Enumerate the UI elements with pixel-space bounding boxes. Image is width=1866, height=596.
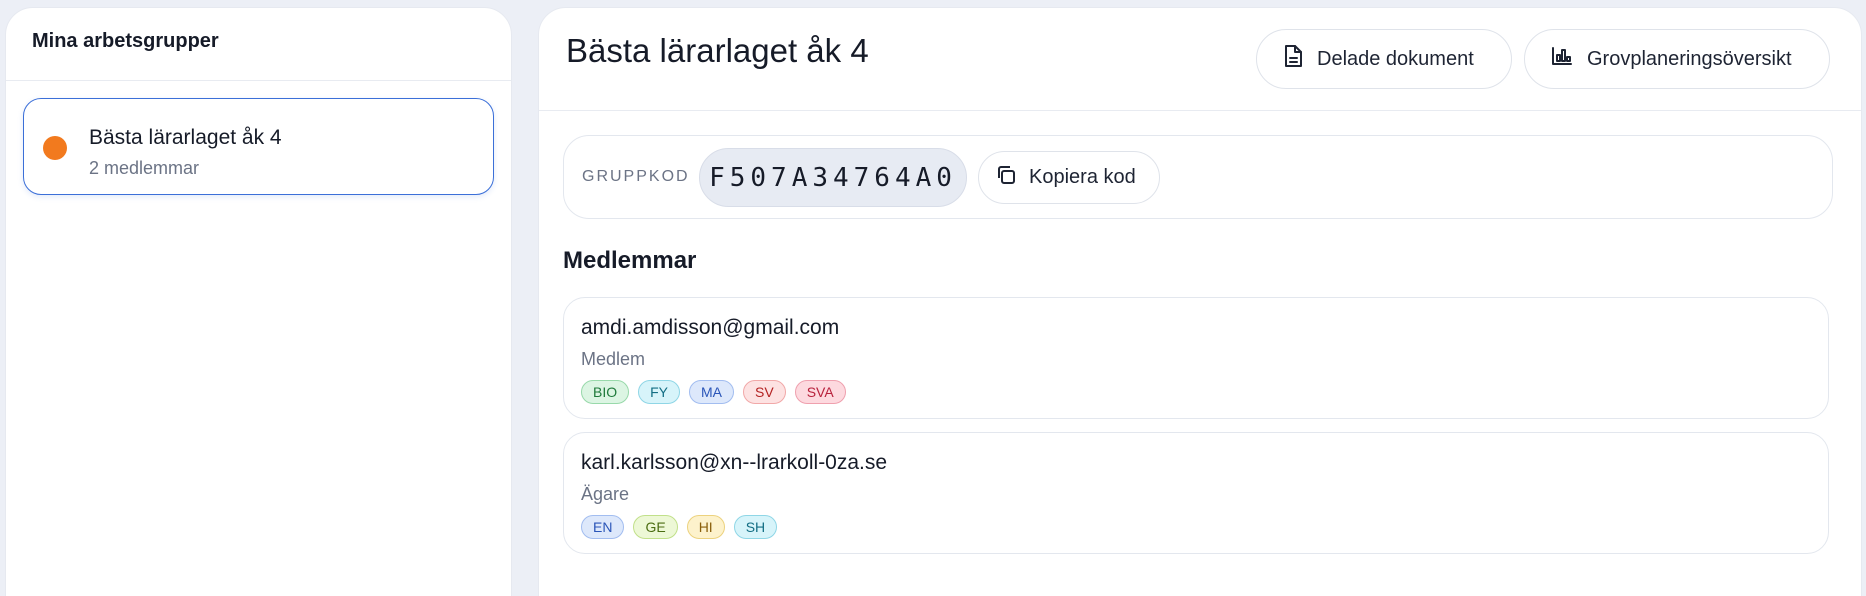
group-color-dot	[43, 136, 67, 160]
subject-tags: BIO FY MA SV SVA	[581, 380, 846, 404]
subject-tag: FY	[638, 380, 681, 404]
copy-icon	[995, 164, 1029, 192]
member-card: karl.karlsson@xn--lrarkoll-0za.se Ägare …	[563, 432, 1829, 554]
shared-documents-label: Delade dokument	[1317, 47, 1474, 70]
page-title: Bästa lärarlaget åk 4	[566, 32, 869, 69]
group-detail-panel: Bästa lärarlaget åk 4 Delade dokument Gr…	[538, 7, 1862, 596]
sidebar: Mina arbetsgrupper Bästa lärarlaget åk 4…	[5, 7, 512, 596]
document-icon	[1283, 44, 1317, 74]
group-header: Bästa lärarlaget åk 4 Delade dokument Gr…	[539, 8, 1861, 111]
copy-code-button[interactable]: Kopiera kod	[978, 151, 1160, 204]
subject-tag: EN	[581, 515, 625, 539]
member-role: Medlem	[581, 349, 646, 369]
subject-tag: HI	[686, 515, 725, 539]
group-item-basta-lararlaget[interactable]: Bästa lärarlaget åk 4 2 medlemmar	[23, 98, 494, 195]
member-role: Ägare	[581, 484, 630, 504]
subject-tag: SH	[733, 515, 778, 539]
member-email: amdi.amdisson@gmail.com	[581, 316, 840, 339]
subject-tag: MA	[689, 380, 735, 404]
group-member-count: 2 medlemmar	[89, 158, 200, 178]
member-email: karl.karlsson@xn--lrarkoll-0za.se	[581, 451, 888, 474]
planning-overview-button[interactable]: Grovplaneringsöversikt	[1524, 29, 1830, 89]
copy-code-label: Kopiera kod	[1029, 166, 1136, 188]
planning-overview-label: Grovplaneringsöversikt	[1587, 47, 1792, 70]
group-code-label: GRUPPKOD	[582, 168, 690, 185]
subject-tag: SVA	[794, 380, 846, 404]
group-name: Bästa lärarlaget åk 4	[89, 126, 282, 149]
subject-tags: EN GE HI SH	[581, 515, 778, 539]
shared-documents-button[interactable]: Delade dokument	[1256, 29, 1512, 89]
bar-chart-icon	[1551, 46, 1587, 72]
members-heading: Medlemmar	[563, 247, 697, 274]
sidebar-title: Mina arbetsgrupper	[6, 8, 511, 81]
group-code-box: GRUPPKOD F507A34764A0 Kopiera kod	[563, 135, 1833, 219]
subject-tag: BIO	[581, 380, 630, 404]
group-code-value: F507A34764A0	[699, 148, 967, 207]
subject-tag: SV	[743, 380, 786, 404]
member-card: amdi.amdisson@gmail.com Medlem BIO FY MA…	[563, 297, 1829, 419]
subject-tag: GE	[633, 515, 678, 539]
